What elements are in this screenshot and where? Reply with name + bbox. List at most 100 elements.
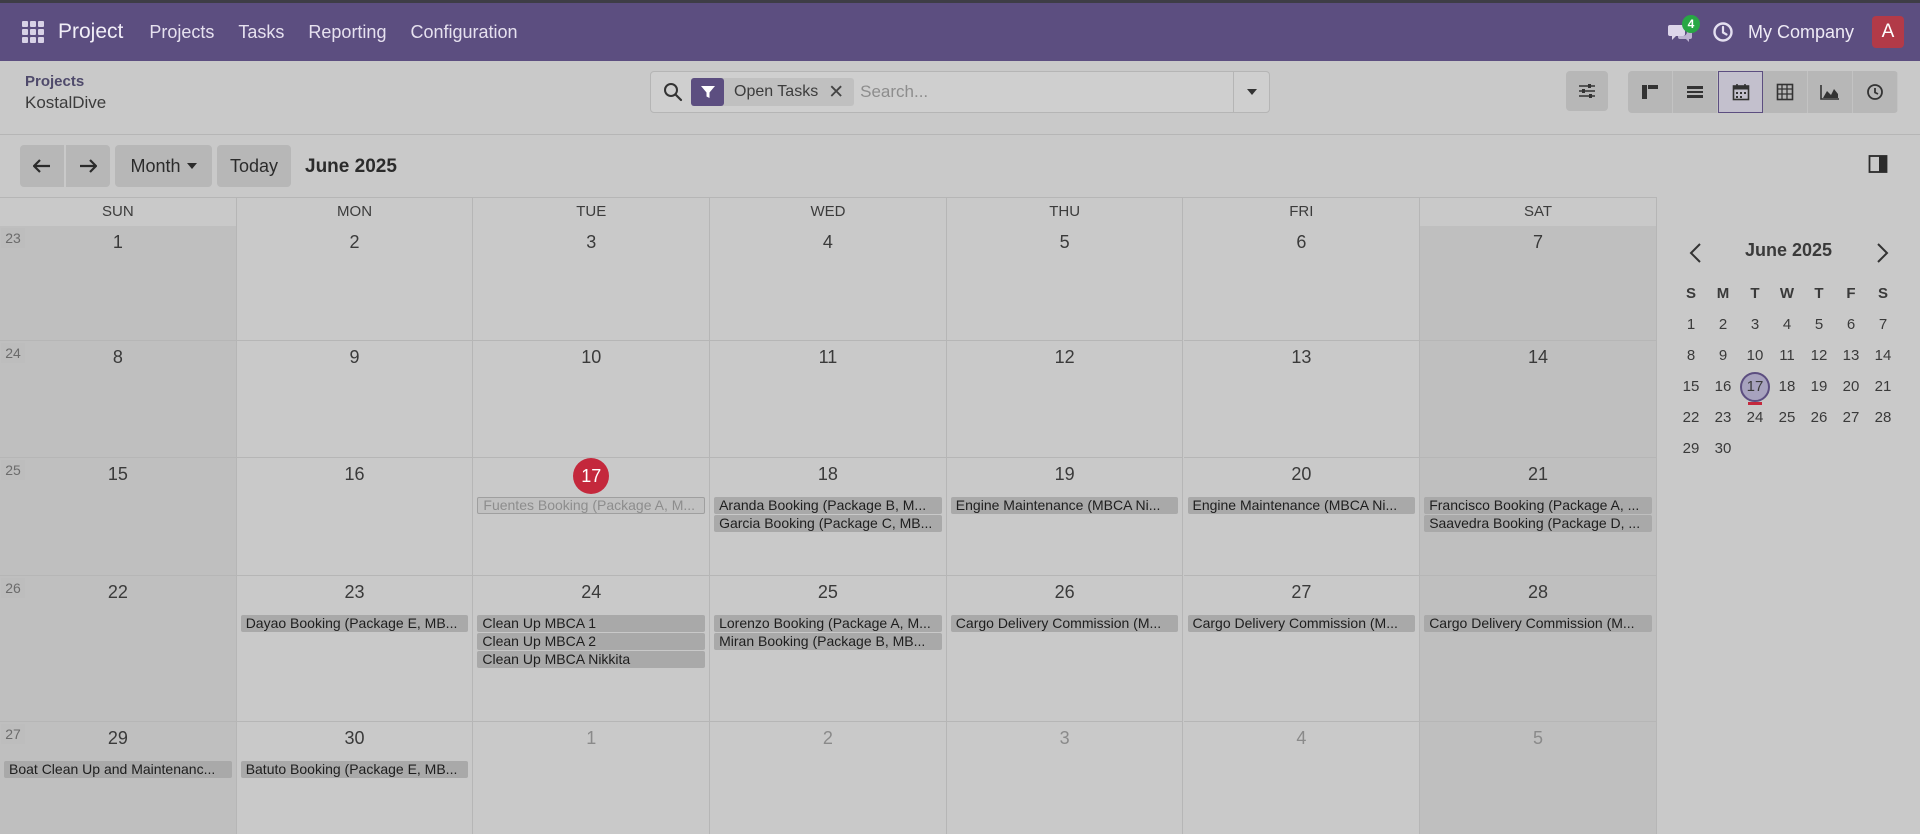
mini-day[interactable]: 30 <box>1707 434 1739 464</box>
user-avatar[interactable]: A <box>1872 16 1904 48</box>
mini-day[interactable]: 25 <box>1771 403 1803 433</box>
day-cell[interactable]: 30 Batuto Booking (Package E, MB... <box>237 722 474 834</box>
day-cell[interactable]: 20 Engine Maintenance (MBCA Ni... <box>1183 458 1421 576</box>
display-settings-button[interactable] <box>1566 71 1608 111</box>
day-cell[interactable]: 17 Fuentes Booking (Package A, M... <box>473 458 711 576</box>
mini-day[interactable]: 6 <box>1835 310 1867 340</box>
activity-view-button[interactable] <box>1853 71 1898 113</box>
calendar-event[interactable]: Engine Maintenance (MBCA Ni... <box>1187 497 1416 514</box>
mini-day[interactable]: 21 <box>1867 372 1899 402</box>
calendar-view-button[interactable] <box>1718 71 1763 113</box>
day-cell[interactable]: 19 Engine Maintenance (MBCA Ni... <box>946 458 1184 576</box>
day-cell[interactable]: 23 Dayao Booking (Package E, MB... <box>236 576 474 722</box>
calendar-event[interactable]: Batuto Booking (Package E, MB... <box>240 761 469 778</box>
graph-view-button[interactable] <box>1808 71 1853 113</box>
mini-day[interactable]: 7 <box>1867 310 1899 340</box>
mini-day[interactable]: 5 <box>1803 310 1835 340</box>
calendar-event[interactable]: Cargo Delivery Commission (M... <box>1187 615 1416 632</box>
day-cell[interactable]: 4 <box>710 226 947 341</box>
calendar-event[interactable]: Miran Booking (Package B, MB... <box>714 633 942 650</box>
list-view-button[interactable] <box>1673 71 1718 113</box>
calendar-event[interactable]: Cargo Delivery Commission (M... <box>950 615 1179 632</box>
day-cell[interactable]: 4 <box>1184 722 1421 834</box>
company-switcher[interactable]: My Company <box>1748 22 1854 43</box>
mini-day[interactable]: 3 <box>1739 310 1771 340</box>
day-cell[interactable]: 3 <box>473 226 711 341</box>
mini-day[interactable]: 1 <box>1675 310 1707 340</box>
day-cell[interactable]: 2 <box>236 226 474 341</box>
calendar-event[interactable]: Aranda Booking (Package B, M... <box>714 497 942 514</box>
day-cell[interactable]: 11 <box>710 341 947 458</box>
day-cell[interactable]: 21 Francisco Booking (Package A, ... Saave… <box>1420 458 1657 576</box>
search-options-toggle[interactable] <box>1233 72 1269 112</box>
day-cell[interactable]: 14 <box>1420 341 1657 458</box>
today-button[interactable]: Today <box>217 145 291 187</box>
day-cell[interactable]: 3 <box>947 722 1184 834</box>
mini-day[interactable]: 10 <box>1739 341 1771 371</box>
search-input[interactable] <box>860 82 1233 102</box>
pivot-view-button[interactable] <box>1763 71 1808 113</box>
day-cell[interactable]: 27 Cargo Delivery Commission (M... <box>1183 576 1421 722</box>
app-name[interactable]: Project <box>58 20 123 44</box>
day-cell[interactable]: 2 <box>710 722 947 834</box>
facet-remove-icon[interactable]: ✕ <box>828 81 854 104</box>
mini-day[interactable]: 27 <box>1835 403 1867 433</box>
calendar-event[interactable]: Boat Clean Up and Maintenanc... <box>4 761 232 778</box>
menu-configuration[interactable]: Configuration <box>410 22 517 43</box>
mini-today[interactable]: 17 <box>1740 372 1770 402</box>
day-cell[interactable]: 18 Aranda Booking (Package B, M... Garcia … <box>710 458 947 576</box>
apps-grid-icon[interactable] <box>22 21 44 43</box>
calendar-event[interactable]: Clean Up MBCA 2 <box>477 633 706 650</box>
menu-reporting[interactable]: Reporting <box>308 22 386 43</box>
day-cell[interactable]: 1 23 <box>0 226 237 341</box>
mini-day[interactable]: 11 <box>1771 341 1803 371</box>
mini-day[interactable]: 8 <box>1675 341 1707 371</box>
mini-day[interactable]: 2 <box>1707 310 1739 340</box>
mini-day[interactable]: 23 <box>1707 403 1739 433</box>
calendar-event[interactable]: Engine Maintenance (MBCA Ni... <box>950 497 1179 514</box>
mini-day[interactable]: 29 <box>1675 434 1707 464</box>
mini-day[interactable]: 15 <box>1675 372 1707 402</box>
sidebar-toggle-icon[interactable] <box>1868 154 1888 174</box>
calendar-event[interactable]: Clean Up MBCA Nikkita <box>477 651 706 668</box>
mini-day[interactable]: 14 <box>1867 341 1899 371</box>
day-cell[interactable]: 12 <box>946 341 1184 458</box>
day-cell[interactable]: 25 Lorenzo Booking (Package A, M... Miran … <box>710 576 947 722</box>
messaging-button[interactable]: 4 <box>1666 15 1700 47</box>
calendar-event[interactable]: Fuentes Booking (Package A, M... <box>477 497 706 514</box>
mini-day[interactable]: 9 <box>1707 341 1739 371</box>
day-cell[interactable]: 9 <box>236 341 474 458</box>
mini-day[interactable]: 16 <box>1707 372 1739 402</box>
calendar-event[interactable]: Francisco Booking (Package A, ... <box>1424 497 1652 514</box>
mini-day[interactable]: 22 <box>1675 403 1707 433</box>
day-cell[interactable]: 5 <box>1420 722 1657 834</box>
previous-period-button[interactable] <box>20 145 64 187</box>
menu-tasks[interactable]: Tasks <box>238 22 284 43</box>
kanban-view-button[interactable] <box>1628 71 1673 113</box>
day-cell[interactable]: 26 Cargo Delivery Commission (M... <box>946 576 1184 722</box>
calendar-event[interactable]: Saavedra Booking (Package D, ... <box>1424 515 1652 532</box>
mini-day[interactable]: 4 <box>1771 310 1803 340</box>
day-cell[interactable]: 1 <box>473 722 711 834</box>
next-period-button[interactable] <box>66 145 110 187</box>
day-cell[interactable]: 29 27 Boat Clean Up and Maintenanc... <box>0 722 237 834</box>
calendar-event[interactable]: Cargo Delivery Commission (M... <box>1424 615 1652 632</box>
calendar-event[interactable]: Garcia Booking (Package C, MB... <box>714 515 942 532</box>
search-icon[interactable] <box>663 82 683 102</box>
day-cell[interactable]: 28 Cargo Delivery Commission (M... <box>1420 576 1657 722</box>
day-cell[interactable]: 10 <box>473 341 711 458</box>
mini-day[interactable]: 28 <box>1867 403 1899 433</box>
mini-day[interactable]: 12 <box>1803 341 1835 371</box>
mini-day[interactable]: 20 <box>1835 372 1867 402</box>
mini-day[interactable]: 18 <box>1771 372 1803 402</box>
day-cell[interactable]: 8 24 <box>0 341 237 458</box>
scale-dropdown[interactable]: Month <box>115 145 212 187</box>
day-cell[interactable]: 22 26 <box>0 576 237 722</box>
mini-day[interactable]: 19 <box>1803 372 1835 402</box>
day-cell[interactable]: 6 <box>1183 226 1421 341</box>
mini-day[interactable]: 13 <box>1835 341 1867 371</box>
day-cell[interactable]: 15 25 <box>0 458 237 576</box>
day-cell[interactable]: 5 <box>946 226 1184 341</box>
breadcrumb-parent[interactable]: Projects <box>25 73 84 90</box>
calendar-event[interactable]: Clean Up MBCA 1 <box>477 615 706 632</box>
